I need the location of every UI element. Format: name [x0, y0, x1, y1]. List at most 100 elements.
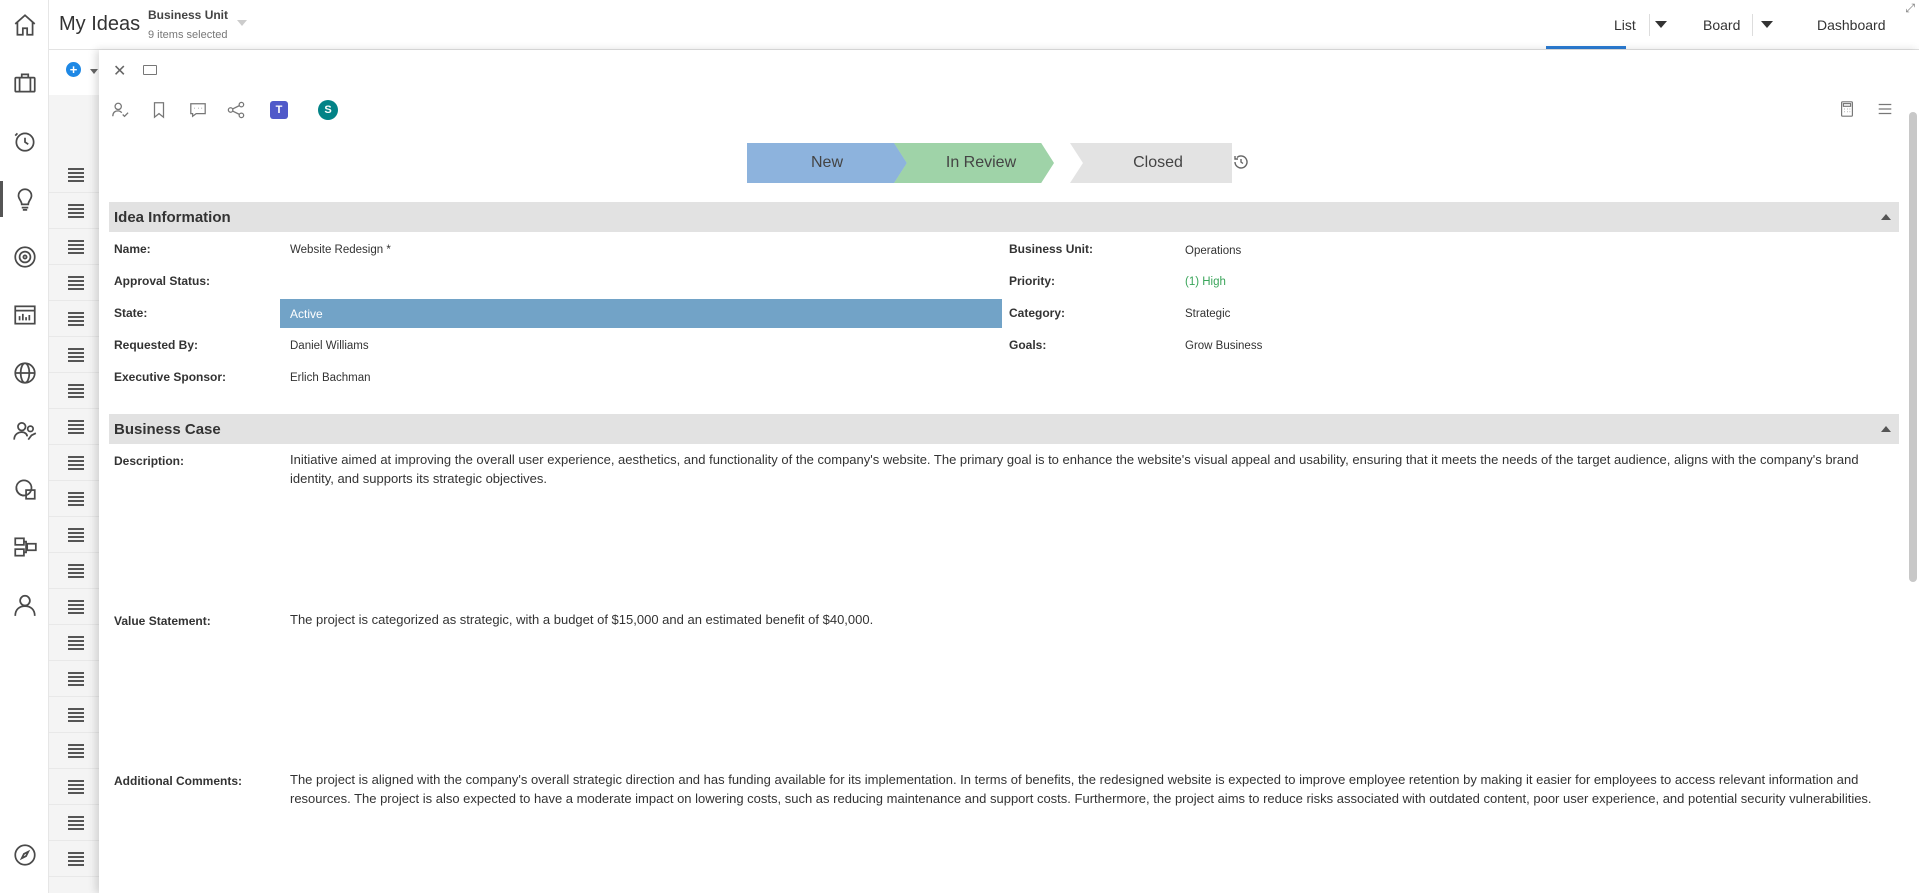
row-menu-icon[interactable] — [68, 564, 84, 578]
row-divider — [49, 696, 99, 697]
business-unit-filter-label[interactable]: Business Unit — [148, 8, 228, 22]
row-menu-icon[interactable] — [68, 708, 84, 722]
stage-closed[interactable]: Closed — [1070, 143, 1232, 183]
business-unit-dropdown-icon[interactable] — [237, 20, 247, 26]
tab-list[interactable]: List — [1614, 17, 1636, 33]
people-icon[interactable] — [0, 411, 49, 451]
business-unit-value[interactable]: Operations — [1185, 245, 1241, 257]
collapse-icon[interactable] — [1881, 214, 1891, 220]
comment-icon[interactable] — [188, 100, 208, 120]
row-menu-icon[interactable] — [68, 780, 84, 794]
user-icon[interactable] — [0, 585, 49, 625]
row-menu-icon[interactable] — [68, 852, 84, 866]
section-idea-information[interactable]: Idea Information — [109, 202, 1899, 232]
board-view-dropdown-icon[interactable] — [1761, 21, 1773, 28]
target-icon[interactable] — [0, 237, 49, 277]
scrollbar[interactable] — [1909, 112, 1917, 582]
field-label: Priority: — [1009, 274, 1056, 288]
section-title: Idea Information — [114, 209, 231, 226]
category-value[interactable]: Strategic — [1185, 308, 1230, 320]
assign-user-icon[interactable] — [110, 100, 130, 120]
add-dropdown-icon[interactable] — [90, 69, 98, 74]
field-label: Value Statement: — [114, 614, 211, 628]
row-divider — [49, 660, 99, 661]
close-icon[interactable]: ✕ — [113, 64, 126, 80]
field-label: Category: — [1009, 306, 1066, 320]
top-header: My Ideas Business Unit 9 items selected … — [49, 0, 1919, 50]
briefcase-icon[interactable] — [0, 63, 49, 103]
divider — [1752, 14, 1753, 36]
row-menu-icon[interactable] — [68, 348, 84, 362]
add-idea-button[interactable]: + — [66, 62, 81, 77]
row-menu-icon[interactable] — [68, 528, 84, 542]
section-business-case[interactable]: Business Case — [109, 414, 1899, 444]
row-divider — [49, 804, 99, 805]
row-divider — [49, 300, 99, 301]
home-icon[interactable] — [0, 5, 49, 45]
value-statement-text[interactable]: The project is categorized as strategic,… — [290, 610, 1890, 629]
page-title: My Ideas — [59, 13, 141, 35]
row-menu-icon[interactable] — [68, 744, 84, 758]
active-tab-indicator — [1546, 46, 1626, 49]
field-label: Executive Sponsor: — [114, 370, 227, 384]
requested-by-value[interactable]: Daniel Williams — [290, 340, 369, 352]
history-icon[interactable] — [1233, 154, 1251, 172]
bookmark-icon[interactable] — [149, 100, 169, 120]
row-menu-icon[interactable] — [68, 456, 84, 470]
additional-comments-text[interactable]: The project is aligned with the company'… — [290, 770, 1890, 808]
row-menu-icon[interactable] — [68, 240, 84, 254]
row-menu-icon[interactable] — [68, 420, 84, 434]
row-divider — [49, 624, 99, 625]
calculator-icon[interactable] — [1838, 100, 1858, 120]
menu-icon[interactable] — [1876, 100, 1896, 120]
field-label: Goals: — [1009, 338, 1047, 352]
share-icon[interactable] — [226, 100, 246, 120]
report-icon[interactable] — [0, 295, 49, 335]
collapse-icon[interactable] — [1881, 426, 1891, 432]
stage-new[interactable]: New — [747, 143, 907, 183]
tab-board[interactable]: Board — [1703, 17, 1740, 33]
globe-icon[interactable] — [0, 353, 49, 393]
row-divider — [49, 444, 99, 445]
section-title: Business Case — [114, 421, 221, 438]
row-menu-icon[interactable] — [68, 312, 84, 326]
row-divider — [49, 336, 99, 337]
goals-value[interactable]: Grow Business — [1185, 340, 1262, 352]
row-menu-icon[interactable] — [68, 204, 84, 218]
program-icon[interactable] — [0, 469, 49, 509]
name-value[interactable]: Website Redesign * — [290, 244, 391, 256]
row-menu-icon[interactable] — [68, 168, 84, 182]
state-field[interactable]: Active — [280, 299, 1002, 328]
left-nav-rail — [0, 0, 49, 893]
description-text[interactable]: Initiative aimed at improving the overal… — [290, 450, 1890, 488]
compass-icon[interactable] — [0, 835, 49, 875]
row-divider — [49, 480, 99, 481]
teams-icon[interactable]: T — [270, 101, 288, 119]
row-menu-icon[interactable] — [68, 492, 84, 506]
row-menu-icon[interactable] — [68, 672, 84, 686]
stage-in-review[interactable]: In Review — [894, 143, 1054, 183]
row-divider — [49, 840, 99, 841]
row-menu-icon[interactable] — [68, 276, 84, 290]
sharepoint-icon[interactable]: S — [318, 100, 338, 120]
lightbulb-icon[interactable] — [0, 179, 49, 219]
clock-icon[interactable] — [0, 121, 49, 161]
row-divider — [49, 876, 99, 877]
field-label: Name: — [114, 242, 151, 256]
row-menu-icon[interactable] — [68, 816, 84, 830]
business-unit-filter-value[interactable]: 9 items selected — [148, 29, 227, 41]
workflow-icon[interactable] — [0, 527, 49, 567]
popout-icon[interactable] — [143, 65, 157, 75]
field-label: Description: — [114, 454, 185, 468]
tab-dashboard[interactable]: Dashboard — [1817, 17, 1886, 33]
list-view-dropdown-icon[interactable] — [1655, 21, 1667, 28]
idea-detail-panel: ✕ T S New In Review Closed Idea Informat… — [99, 50, 1919, 893]
priority-value[interactable]: (1) High — [1185, 276, 1226, 288]
expand-icon[interactable]: ⤢ — [1905, 1, 1915, 16]
row-divider — [49, 768, 99, 769]
row-menu-icon[interactable] — [68, 384, 84, 398]
row-menu-icon[interactable] — [68, 600, 84, 614]
executive-sponsor-value[interactable]: Erlich Bachman — [290, 372, 371, 384]
field-label: Requested By: — [114, 338, 199, 352]
row-menu-icon[interactable] — [68, 636, 84, 650]
